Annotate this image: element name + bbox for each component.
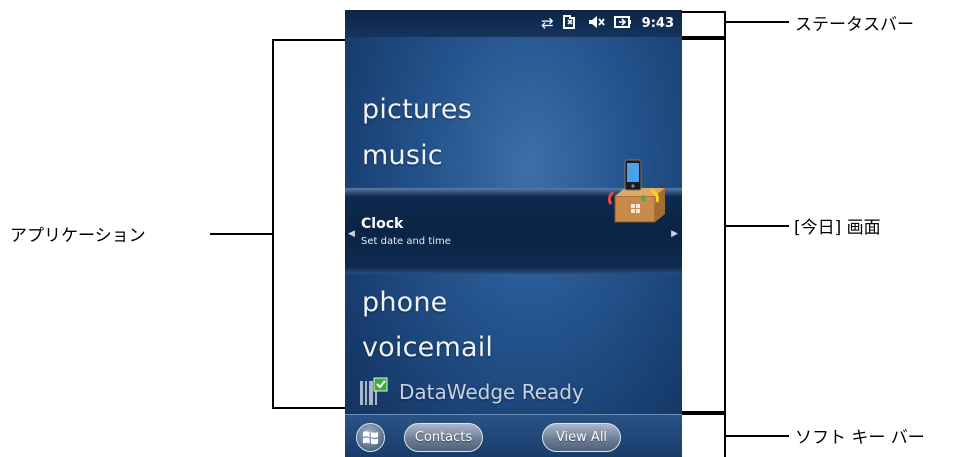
- applications-callout: アプリケーション: [10, 226, 146, 246]
- battery-icon: [613, 14, 632, 33]
- today-screen-callout: [今日] 画面: [794, 218, 881, 238]
- status-bar-bracket-top: [682, 11, 726, 13]
- status-bar-callout: ステータスバー: [795, 15, 914, 35]
- contacts-softkey[interactable]: Contacts: [404, 423, 483, 452]
- apps-bracket-bottom: [272, 407, 345, 409]
- menu-item-music[interactable]: music: [362, 140, 443, 171]
- soft-key-bar-callout: ソフト キー バー: [795, 428, 925, 448]
- getting-started-box-icon: [607, 159, 665, 223]
- today-screen: ⇄ 9:43 pictures music ◀ Clock Set date a…: [345, 10, 682, 457]
- apps-bracket-side: [272, 39, 274, 409]
- datawedge-label: DataWedge Ready: [399, 380, 584, 404]
- softkey-bracket-top: [682, 413, 726, 415]
- next-arrow-icon[interactable]: ▶: [671, 229, 678, 239]
- today-bracket-top: [682, 38, 726, 40]
- status-bar-bracket-side: [724, 11, 726, 38]
- signal-icon: [562, 14, 580, 33]
- start-button[interactable]: [356, 423, 385, 452]
- speaker-muted-icon: [588, 14, 606, 33]
- softkey-leader: [726, 435, 789, 437]
- status-time: 9:43: [641, 16, 674, 31]
- apps-bracket-top: [272, 39, 345, 41]
- windows-start-icon: [363, 431, 378, 445]
- network-sync-icon: ⇄: [541, 14, 554, 32]
- selected-item-band[interactable]: ◀ Clock Set date and time ▶: [345, 159, 682, 274]
- datawedge-icon: [360, 377, 388, 405]
- today-leader: [726, 225, 789, 227]
- previous-arrow-icon[interactable]: ◀: [348, 229, 355, 239]
- status-bar[interactable]: ⇄ 9:43: [345, 10, 682, 37]
- selected-item-subtitle: Set date and time: [361, 236, 451, 247]
- menu-item-pictures[interactable]: pictures: [362, 94, 472, 125]
- datawedge-status[interactable]: DataWedge Ready: [359, 377, 584, 407]
- selected-item-title: Clock: [361, 216, 404, 232]
- menu-item-phone[interactable]: phone: [362, 287, 448, 318]
- apps-leader: [210, 233, 272, 235]
- menu-item-voicemail[interactable]: voicemail: [362, 332, 493, 363]
- view-all-softkey[interactable]: View All: [542, 423, 621, 452]
- status-bar-leader: [726, 21, 789, 23]
- soft-key-bar: Contacts View All: [345, 414, 682, 457]
